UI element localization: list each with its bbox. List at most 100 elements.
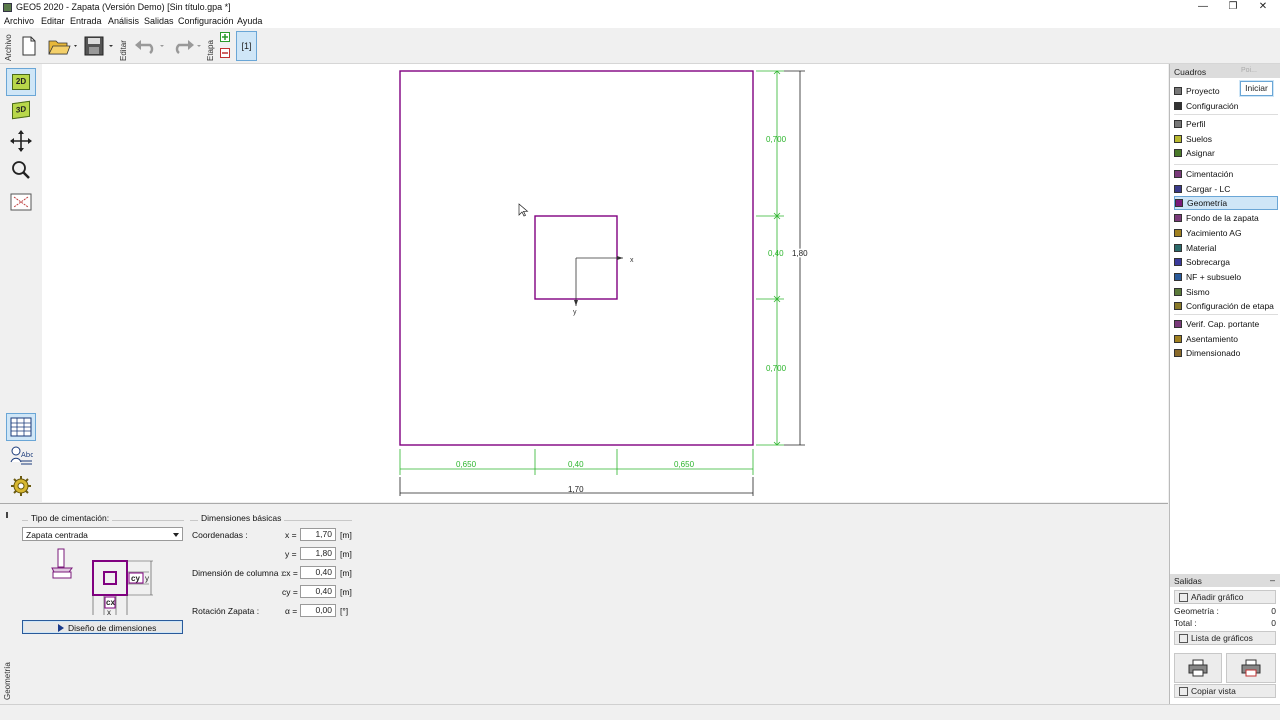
printer-export-icon [1241,659,1261,677]
frame-item-soils[interactable]: Suelos [1174,132,1278,146]
menu-ayuda[interactable]: Ayuda [237,16,262,26]
sketch-y: y [145,574,149,583]
settings-button[interactable] [6,472,36,500]
frame-item-water-table[interactable]: NF + subsuelo [1174,270,1278,284]
frame-item-bearing-capacity[interactable]: Verif. Cap. portante [1174,317,1278,331]
menu-configuracion[interactable]: Configuración [178,16,234,26]
frame-item-settings-gear[interactable]: Configuración [1174,99,1278,113]
foundation-type-title: Tipo de cimentación: [28,513,113,523]
y-coordinate-field[interactable]: 1,80 [300,547,336,560]
geometry-count-label: Geometría : [1174,606,1219,616]
menu-analisis[interactable]: Análisis [108,16,139,26]
design-dimensions-label: Diseño de dimensiones [68,623,157,633]
gear-icon [11,476,31,496]
sketch-cy: cy [131,574,140,583]
frame-item-surcharge[interactable]: Sobrecarga [1174,255,1278,269]
undo-icon[interactable] [134,38,166,54]
zoom-button[interactable] [6,156,36,184]
table-grid-icon [10,417,32,437]
dim-row-cx-var: cx = [282,568,298,578]
close-button[interactable]: ✕ [1248,0,1278,15]
table-view-button[interactable] [6,413,36,441]
frame-item-profile[interactable]: Perfil [1174,117,1278,131]
pan-button[interactable] [6,127,36,155]
zoom-extents-button[interactable] [6,188,36,216]
menu-entrada[interactable]: Entrada [70,16,102,26]
print-pdf-button[interactable] [1226,653,1276,683]
outputs-header: Salidas – [1170,574,1280,587]
frame-item-foundation[interactable]: Cimentación [1174,167,1278,181]
dim-row-y: y = 1,80 [m] [192,547,362,563]
dimension-sketch: cy y cx x [90,559,156,617]
frame-item-dimensioning[interactable]: Dimensionado [1174,346,1278,360]
geometry-count-row: Geometría : 0 [1174,606,1276,618]
basic-dims-title: Dimensiones básicas [198,513,285,523]
rotation-field[interactable]: 0,00 [300,604,336,617]
total-count-row: Total : 0 [1174,618,1276,630]
view-3d-button[interactable]: 3D [6,96,36,124]
view-2d-icon: 2D [12,74,30,90]
menu-salidas[interactable]: Salidas [144,16,174,26]
geometria-vertical-tab[interactable]: Geometría [3,654,12,700]
frames-header-label: Cuadros [1174,67,1207,77]
design-dimensions-button[interactable]: Diseño de dimensiones [22,620,183,634]
minimize-button[interactable]: — [1188,0,1218,15]
menu-editar[interactable]: Editar [41,16,65,26]
menu-bar: Archivo Editar Entrada Análisis Salidas … [0,15,1280,28]
x-coordinate-field[interactable]: 1,70 [300,528,336,541]
chart-list-button[interactable]: Lista de gráficos [1174,631,1276,645]
chevron-down-icon [173,533,179,537]
add-chart-button[interactable]: Añadir gráfico [1174,590,1276,604]
stage-1-button[interactable]: [1] [236,31,257,61]
view-2d-button[interactable]: 2D [6,68,36,96]
frame-item-load[interactable]: Cargar - LC [1174,182,1278,196]
outputs-collapse-button[interactable]: – [1270,575,1275,585]
dim-row-y-unit: [m] [340,549,352,559]
frame-item-label: Yacimiento AG [1186,227,1242,238]
remove-stage-icon[interactable] [220,48,230,58]
play-triangle-icon [58,624,64,632]
frame-item-label: Material [1186,242,1217,253]
add-stage-icon[interactable] [220,32,230,42]
restore-button[interactable]: ❐ [1218,0,1248,15]
frames-group-divider [1174,114,1278,115]
centered-footing-icon [50,548,74,580]
bearing-capacity-icon [1174,320,1182,328]
frame-item-geometry[interactable]: Geometría [1174,196,1278,211]
dim-total-y: 1,80 [792,249,808,258]
menu-archivo[interactable]: Archivo [4,16,34,26]
redo-icon[interactable] [171,38,203,54]
frame-item-earthquake[interactable]: Sismo [1174,285,1278,299]
frame-item-stage-settings[interactable]: Configuración de etapa [1174,299,1278,313]
print-button[interactable] [1174,653,1222,683]
earthquake-icon [1174,287,1182,296]
column-cx-field[interactable]: 0,40 [300,566,336,579]
column-cy-field[interactable]: 0,40 [300,585,336,598]
frame-item-assign[interactable]: Asignar [1174,146,1278,160]
frame-item-footing-bottom[interactable]: Fondo de la zapata [1174,211,1278,225]
axis-y-label: y [573,309,577,316]
footing-plan-drawing: x y 0,700 0,40 0,700 1,80 0,650 0,40 0,6… [399,70,810,496]
frame-item-project[interactable]: Proyecto [1174,84,1278,98]
drawing-canvas[interactable]: x y 0,700 0,40 0,700 1,80 0,650 0,40 0,6… [42,64,1168,502]
frame-item-label: NF + subsuelo [1186,271,1242,282]
zoom-extents-icon [10,193,32,211]
open-folder-icon[interactable] [47,36,79,56]
save-icon[interactable] [84,36,118,56]
frame-item-settlement[interactable]: Asentamiento [1174,332,1278,346]
total-count-value: 0 [1271,618,1276,628]
new-file-icon[interactable] [20,35,38,57]
foundation-type-select[interactable]: Zapata centrada [22,527,183,541]
status-bar [0,704,1280,720]
frame-item-label: Verif. Cap. portante [1186,319,1260,329]
etapa-group-label: Etapa [206,40,215,61]
frame-item-material[interactable]: Material [1174,241,1278,255]
labels-button[interactable]: Abc [6,442,36,470]
frame-item-label: Dimensionado [1186,348,1241,359]
panel-pin-icon[interactable] [6,512,8,518]
bottom-input-panel: Geometría Tipo de cimentación: Zapata ce… [0,503,1168,701]
dim-row-rotation-label: Rotación Zapata : [192,606,260,616]
copy-view-button[interactable]: Copiar vista [1174,684,1276,698]
frame-item-label: Cargar - LC [1186,183,1231,194]
frame-item-sand-bed[interactable]: Yacimiento AG [1174,226,1278,240]
